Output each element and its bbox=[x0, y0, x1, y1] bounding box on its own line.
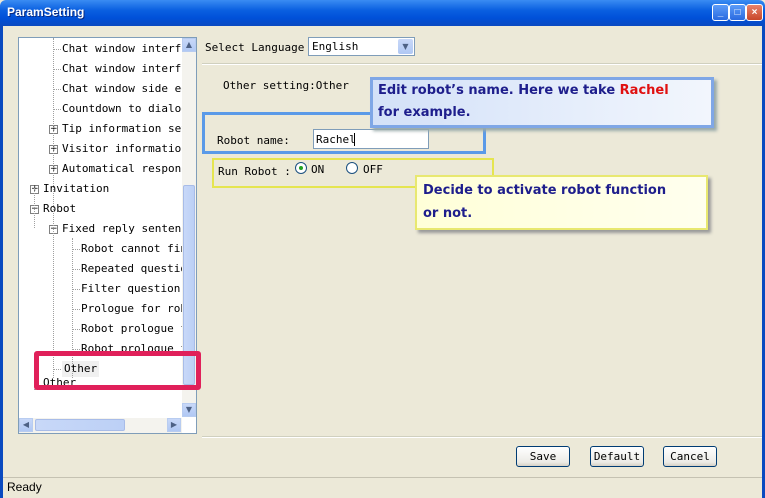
tree-horizontal-scrollbar[interactable]: ◀ ▶ bbox=[19, 418, 182, 433]
tree-connector bbox=[53, 109, 61, 110]
tree-guide-line bbox=[53, 38, 54, 378]
tree-connector bbox=[72, 329, 80, 330]
horizontal-scroll-thumb[interactable] bbox=[35, 419, 125, 431]
tree-item[interactable]: Repeated question bbox=[81, 261, 194, 277]
tree-item[interactable]: Robot cannot find bbox=[81, 241, 194, 257]
tree-item[interactable]: Tip information sett bbox=[62, 121, 194, 137]
scroll-up-icon[interactable]: ▲ bbox=[182, 38, 196, 52]
minimize-icon[interactable]: _ bbox=[712, 4, 729, 21]
title-bar: ParamSetting _ □ × bbox=[0, 0, 765, 26]
bottom-divider bbox=[202, 436, 762, 438]
tree-connector bbox=[72, 309, 80, 310]
tree-item[interactable]: Automatical response bbox=[62, 161, 194, 177]
tree-guide-line bbox=[34, 188, 35, 228]
chevron-down-icon[interactable]: ▼ bbox=[398, 39, 413, 54]
tree-item[interactable]: Prologue for robo bbox=[81, 301, 194, 317]
cancel-button[interactable]: Cancel bbox=[663, 446, 717, 467]
tree-item[interactable]: Robot prologue fo bbox=[81, 321, 194, 337]
tree-item[interactable]: Robot bbox=[43, 201, 76, 217]
maximize-icon[interactable]: □ bbox=[729, 4, 746, 21]
status-bar: Ready bbox=[3, 477, 762, 496]
tree-item[interactable]: Visitor information bbox=[62, 141, 188, 157]
section-title: Other setting:Other bbox=[223, 79, 349, 92]
tree-connector bbox=[72, 249, 80, 250]
language-select[interactable]: English ▼ bbox=[308, 37, 415, 56]
scroll-down-icon[interactable]: ▼ bbox=[182, 403, 196, 417]
window-title: ParamSetting bbox=[7, 5, 85, 19]
default-button[interactable]: Default bbox=[590, 446, 644, 467]
scroll-left-icon[interactable]: ◀ bbox=[19, 418, 33, 432]
save-button[interactable]: Save bbox=[516, 446, 570, 467]
callout-run-line2: or not. bbox=[423, 206, 473, 221]
tree-connector bbox=[72, 289, 80, 290]
close-icon[interactable]: × bbox=[746, 4, 763, 21]
tree-connector bbox=[72, 269, 80, 270]
tree-connector bbox=[53, 69, 61, 70]
callout-name-text: Edit robot’s name. Here we take bbox=[378, 83, 616, 98]
scroll-right-icon[interactable]: ▶ bbox=[167, 418, 181, 432]
tree-item[interactable]: Filter question bbox=[81, 281, 180, 297]
language-value: English bbox=[312, 40, 359, 53]
window-border-left bbox=[0, 26, 3, 498]
tree-connector bbox=[53, 89, 61, 90]
tree-item[interactable]: Chat window interfac bbox=[62, 61, 194, 77]
callout-name-text2: for example. bbox=[378, 105, 471, 120]
run-robot-callout: Decide to activate robot function or not… bbox=[415, 175, 708, 230]
select-language-label: Select Language bbox=[205, 41, 305, 54]
robot-name-callout: Edit robot’s name. Here we take Rachel f… bbox=[370, 77, 714, 128]
callout-name-example: Rachel bbox=[619, 83, 669, 98]
tree-item[interactable]: Chat window interfac bbox=[62, 41, 194, 57]
tree-item[interactable]: Fixed reply sentence bbox=[62, 221, 194, 237]
tree-connector bbox=[72, 349, 80, 350]
other-item-highlight bbox=[34, 351, 201, 390]
status-text: Ready bbox=[7, 480, 42, 494]
divider bbox=[202, 63, 762, 65]
tree-item[interactable]: Countdown to dialog bbox=[62, 101, 188, 117]
callout-run-line1: Decide to activate robot function bbox=[423, 183, 667, 198]
tree-connector bbox=[53, 49, 61, 50]
tree-item[interactable]: Chat window side edg bbox=[62, 81, 194, 97]
